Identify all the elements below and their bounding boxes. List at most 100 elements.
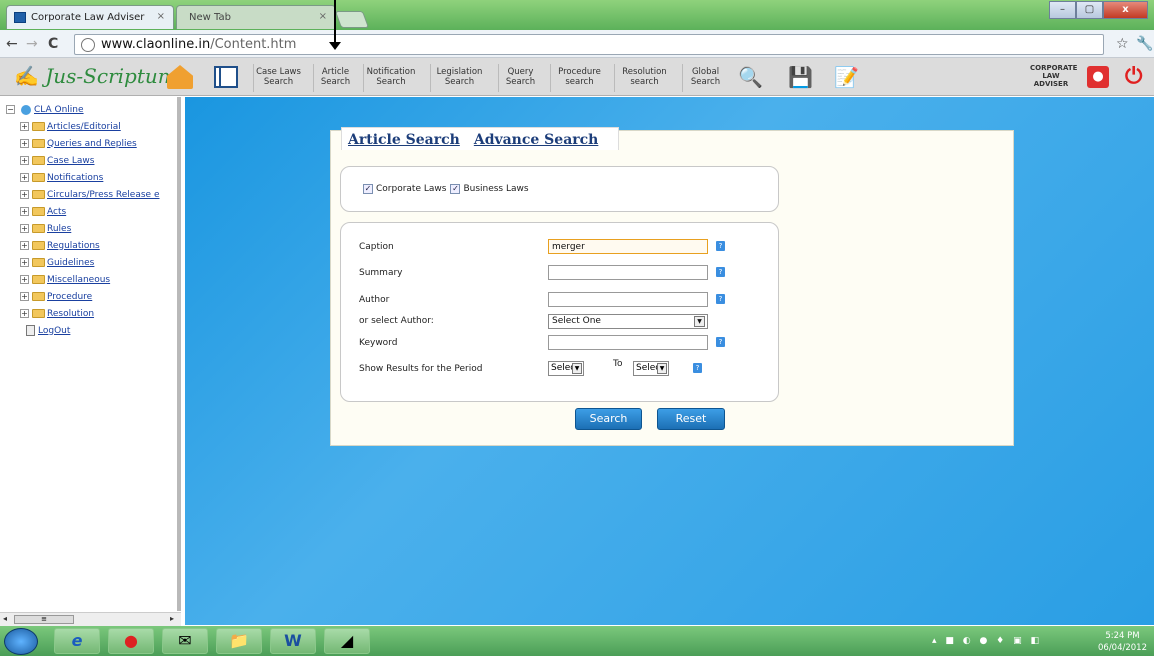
expand-icon[interactable]: + xyxy=(20,122,29,131)
profile-icon[interactable]: ● xyxy=(1087,66,1109,88)
expand-icon[interactable]: + xyxy=(20,275,29,284)
mail-icon[interactable]: ✉ xyxy=(162,628,208,654)
tree-item-acts[interactable]: + Acts xyxy=(6,203,177,220)
help-icon[interactable]: ? xyxy=(693,363,702,373)
tree-item-guidelines[interactable]: + Guidelines xyxy=(6,254,177,271)
expand-icon[interactable]: + xyxy=(20,139,29,148)
search-panel: Article Search Advance Search ✓ Corporat… xyxy=(330,127,1014,446)
notification-search-button[interactable]: Notification Search xyxy=(363,64,418,92)
tree-item-miscellaneous[interactable]: + Miscellaneous xyxy=(6,271,177,288)
caption-input[interactable]: merger xyxy=(548,239,708,254)
close-window-button[interactable]: x xyxy=(1103,1,1148,19)
scrollbar-thumb[interactable]: ≡ xyxy=(14,615,74,624)
tree-root[interactable]: − CLA Online xyxy=(6,101,177,118)
scroll-left-icon[interactable]: ◂ xyxy=(3,614,7,623)
legislation-search-button[interactable]: Legislation Search xyxy=(430,64,488,92)
help-icon[interactable]: ? xyxy=(716,267,725,277)
author-input[interactable] xyxy=(548,292,708,307)
clock[interactable]: 5:24 PM 06/04/2012 xyxy=(1098,630,1147,654)
help-icon[interactable]: ? xyxy=(716,337,725,347)
magnifier-search-icon[interactable]: 🔍 xyxy=(738,65,763,89)
help-icon[interactable]: ? xyxy=(716,241,725,251)
query-search-button[interactable]: Query Search xyxy=(498,64,542,92)
folder-icon xyxy=(32,122,45,131)
back-arrow-icon[interactable]: ← xyxy=(6,36,18,52)
tree-item-procedure[interactable]: + Procedure xyxy=(6,288,177,305)
system-tray[interactable]: ▴ ■ ◐ ● ♦ ▣ ◧ xyxy=(932,636,1042,646)
folder-icon xyxy=(32,292,45,301)
tree-item-notifications[interactable]: + Notifications xyxy=(6,169,177,186)
wrench-icon[interactable]: 🔧 xyxy=(1136,36,1153,52)
tab-close-icon[interactable]: × xyxy=(157,11,165,22)
help-icon[interactable]: ? xyxy=(716,294,725,304)
case-laws-search-button[interactable]: Case Laws Search xyxy=(253,64,303,92)
expand-icon[interactable]: + xyxy=(20,207,29,216)
search-button[interactable]: Search xyxy=(575,408,642,430)
start-button[interactable] xyxy=(4,628,38,655)
expand-icon[interactable]: + xyxy=(20,224,29,233)
chevron-down-icon[interactable]: ▼ xyxy=(572,363,582,374)
bookmark-star-icon[interactable]: ☆ xyxy=(1116,36,1129,52)
tab-new-tab[interactable]: New Tab × xyxy=(176,5,336,29)
folder-icon xyxy=(32,156,45,165)
business-laws-label: Business Laws xyxy=(463,184,529,194)
scroll-right-icon[interactable]: ▸ xyxy=(170,614,174,623)
tree-item-case-laws[interactable]: + Case Laws xyxy=(6,152,177,169)
tree-item-rules[interactable]: + Rules xyxy=(6,220,177,237)
tree-item-resolution[interactable]: + Resolution xyxy=(6,305,177,322)
sidebar-horizontal-scrollbar[interactable]: ◂ ≡ ▸ xyxy=(0,612,181,626)
power-icon[interactable]: ⏻ xyxy=(1125,64,1142,89)
chevron-down-icon[interactable]: ▼ xyxy=(657,363,667,374)
period-to-select[interactable]: Select ▼ xyxy=(633,361,669,376)
global-search-button[interactable]: Global Search xyxy=(682,64,728,92)
folder-icon xyxy=(32,258,45,267)
expand-icon[interactable]: + xyxy=(20,173,29,182)
author-select[interactable]: Select One ▼ xyxy=(548,314,708,329)
tab-corporate-law-adviser[interactable]: Corporate Law Adviser × xyxy=(6,5,174,29)
reload-icon[interactable]: C xyxy=(48,36,58,52)
expand-icon[interactable]: + xyxy=(20,241,29,250)
annotation-arrow-icon xyxy=(329,0,341,50)
tab-label: Corporate Law Adviser xyxy=(31,12,145,23)
expand-icon[interactable]: + xyxy=(20,156,29,165)
summary-input[interactable] xyxy=(548,265,708,280)
chevron-down-icon[interactable]: ▼ xyxy=(694,316,705,327)
reset-button[interactable]: Reset xyxy=(657,408,725,430)
tree-item-circulars[interactable]: + Circulars/Press Release e xyxy=(6,186,177,203)
new-tab-button[interactable] xyxy=(334,11,370,28)
site-favicon-icon xyxy=(14,12,26,23)
tab-close-icon[interactable]: × xyxy=(319,11,327,22)
forward-arrow-icon[interactable]: → xyxy=(26,36,38,52)
edit-document-icon[interactable]: 📝 xyxy=(834,65,859,89)
internet-explorer-icon[interactable]: e xyxy=(54,628,100,654)
business-laws-checkbox[interactable]: ✓ xyxy=(450,184,461,194)
corporate-laws-checkbox[interactable]: ✓ xyxy=(363,184,373,194)
collapse-icon[interactable]: − xyxy=(6,105,15,114)
tree-item-regulations[interactable]: + Regulations xyxy=(6,237,177,254)
expand-icon[interactable]: + xyxy=(20,309,29,318)
url-input[interactable]: www.claonline.in/Content.htm xyxy=(74,34,1104,55)
expand-icon[interactable]: + xyxy=(20,258,29,267)
expand-icon[interactable]: + xyxy=(20,292,29,301)
period-from-select[interactable]: Select ▼ xyxy=(548,361,584,376)
address-bar: ← → C www.claonline.in/Content.htm ☆ 🔧 xyxy=(0,30,1154,58)
tree-item-articles[interactable]: + Articles/Editorial xyxy=(6,118,177,135)
folder-explorer-icon[interactable]: 📁 xyxy=(216,628,262,654)
procedure-search-button[interactable]: Procedure search xyxy=(550,64,608,92)
tree-item-queries[interactable]: + Queries and Replies xyxy=(6,135,177,152)
save-search-icon[interactable]: 💾 xyxy=(788,65,813,89)
chrome-icon[interactable]: ● xyxy=(108,628,154,654)
keyword-input[interactable] xyxy=(548,335,708,350)
resolution-search-button[interactable]: Resolution search xyxy=(614,64,674,92)
article-search-button[interactable]: Article Search xyxy=(313,64,357,92)
maximize-button[interactable]: ▢ xyxy=(1076,1,1103,19)
frame-toggle-icon[interactable] xyxy=(214,66,238,88)
expand-icon[interactable]: + xyxy=(20,190,29,199)
tree-item-logout[interactable]: LogOut xyxy=(6,322,177,339)
minimize-button[interactable]: – xyxy=(1049,1,1076,19)
tab-advance-search[interactable]: Advance Search xyxy=(474,132,599,148)
tab-article-search[interactable]: Article Search xyxy=(348,132,460,148)
page-info-icon[interactable] xyxy=(81,38,95,52)
word-icon[interactable]: W xyxy=(270,628,316,654)
paint-icon[interactable]: ◢ xyxy=(324,628,370,654)
